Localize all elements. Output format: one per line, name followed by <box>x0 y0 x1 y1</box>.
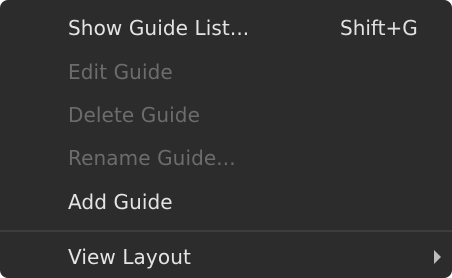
menu-item-view-layout[interactable]: View Layout <box>0 240 452 274</box>
context-menu: Show Guide List... Shift+G Edit Guide De… <box>0 0 452 278</box>
menu-item-label: Show Guide List... <box>68 16 250 40</box>
menu-item-label: Edit Guide <box>68 60 173 84</box>
menu-item-rename-guide: Rename Guide... <box>0 141 452 175</box>
menu-item-edit-guide: Edit Guide <box>0 55 452 89</box>
menu-item-delete-guide: Delete Guide <box>0 98 452 132</box>
menu-item-label: Add Guide <box>68 190 173 214</box>
menu-item-label: Rename Guide... <box>68 146 236 170</box>
menu-item-label: View Layout <box>68 245 191 269</box>
menu-separator <box>0 230 452 232</box>
menu-item-show-guide-list[interactable]: Show Guide List... Shift+G <box>0 11 452 45</box>
menu-item-shortcut: Shift+G <box>340 16 418 40</box>
submenu-arrow-icon <box>434 250 441 264</box>
menu-item-add-guide[interactable]: Add Guide <box>0 185 452 219</box>
menu-item-label: Delete Guide <box>68 103 201 127</box>
